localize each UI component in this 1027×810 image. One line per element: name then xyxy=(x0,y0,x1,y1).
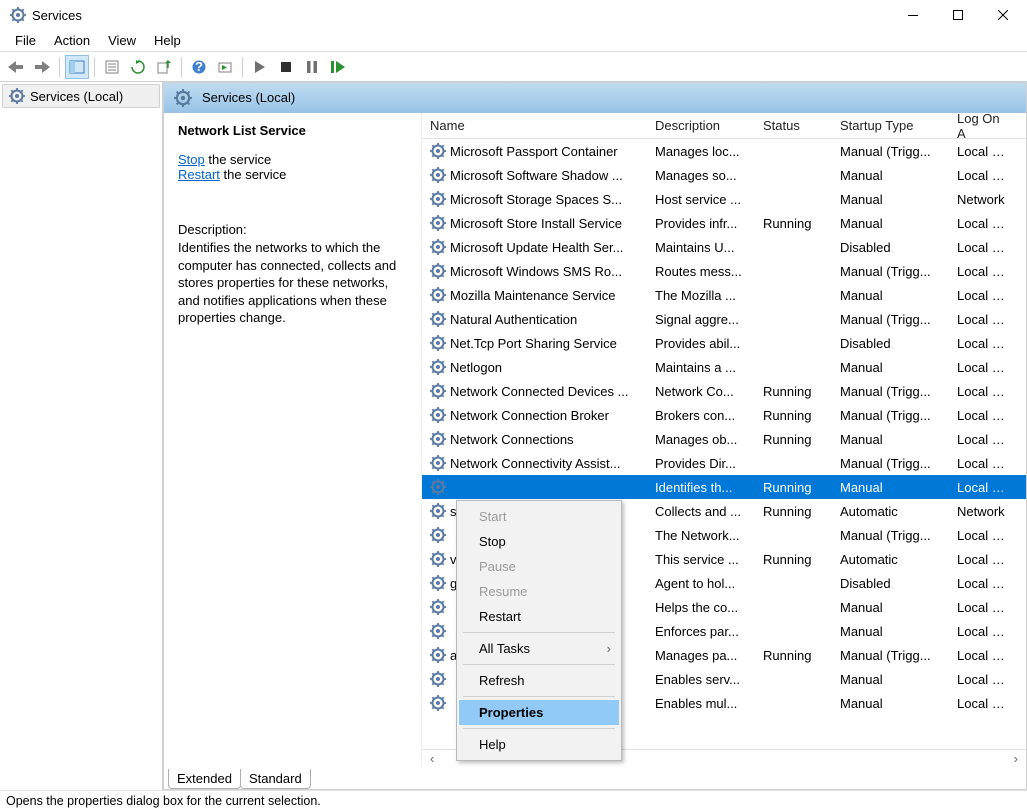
show-tree-button[interactable] xyxy=(65,55,89,79)
col-logon[interactable]: Log On A xyxy=(949,113,1016,141)
view-tabs: Extended Standard xyxy=(164,767,1026,789)
ctx-all-tasks[interactable]: All Tasks xyxy=(459,636,619,661)
ctx-refresh[interactable]: Refresh xyxy=(459,668,619,693)
pause-button[interactable] xyxy=(300,55,324,79)
scroll-left-icon[interactable]: ‹ xyxy=(426,751,438,766)
ctx-properties[interactable]: Properties xyxy=(459,700,619,725)
table-row[interactable]: Microsoft Store Install ServiceProvides … xyxy=(422,211,1026,235)
list-header: Name Description Status Startup Type Log… xyxy=(422,113,1026,139)
table-row[interactable]: Network Connection BrokerBrokers con...R… xyxy=(422,403,1026,427)
table-row[interactable]: Network ConnectionsManages ob...RunningM… xyxy=(422,427,1026,451)
ctx-restart[interactable]: Restart xyxy=(459,604,619,629)
table-row[interactable]: Microsoft Passport ContainerManages loc.… xyxy=(422,139,1026,163)
table-row[interactable]: Microsoft Update Health Ser...Maintains … xyxy=(422,235,1026,259)
tab-extended[interactable]: Extended xyxy=(168,769,241,789)
detail-pane: Network List Service Stop the service Re… xyxy=(164,113,422,767)
menu-help[interactable]: Help xyxy=(145,31,190,50)
properties-toolbar-button[interactable] xyxy=(100,55,124,79)
table-row[interactable]: Microsoft Software Shadow ...Manages so.… xyxy=(422,163,1026,187)
back-button[interactable] xyxy=(4,55,28,79)
ctx-stop[interactable]: Stop xyxy=(459,529,619,554)
main-header-title: Services (Local) xyxy=(202,90,295,105)
ctx-resume: Resume xyxy=(459,579,619,604)
col-status[interactable]: Status xyxy=(755,118,832,133)
action-button[interactable] xyxy=(213,55,237,79)
table-row[interactable]: Network Connected Devices ...Network Co.… xyxy=(422,379,1026,403)
description-label: Description: xyxy=(178,222,407,237)
ctx-pause: Pause xyxy=(459,554,619,579)
window-title: Services xyxy=(32,8,890,23)
col-description[interactable]: Description xyxy=(647,118,755,133)
table-row[interactable]: Microsoft Windows SMS Ro...Routes mess..… xyxy=(422,259,1026,283)
export-button[interactable] xyxy=(152,55,176,79)
tree-root[interactable]: Services (Local) xyxy=(2,84,160,108)
statusbar: Opens the properties dialog box for the … xyxy=(0,790,1027,810)
menu-file[interactable]: File xyxy=(6,31,45,50)
table-row[interactable]: Microsoft Storage Spaces S...Host servic… xyxy=(422,187,1026,211)
description-text: Identifies the networks to which the com… xyxy=(178,239,407,327)
table-row[interactable]: Natural AuthenticationSignal aggre...Man… xyxy=(422,307,1026,331)
menu-view[interactable]: View xyxy=(99,31,145,50)
close-button[interactable] xyxy=(980,1,1025,29)
table-row[interactable]: Network Connectivity Assist...Provides D… xyxy=(422,451,1026,475)
context-menu: Start Stop Pause Resume Restart All Task… xyxy=(456,500,622,761)
svg-text:?: ? xyxy=(195,60,203,74)
main-header: Services (Local) xyxy=(164,83,1026,113)
menu-action[interactable]: Action xyxy=(45,31,99,50)
titlebar: Services xyxy=(0,0,1027,30)
scroll-right-icon[interactable]: › xyxy=(1010,751,1022,766)
table-row[interactable]: Net.Tcp Port Sharing ServiceProvides abi… xyxy=(422,331,1026,355)
tree-root-label: Services (Local) xyxy=(30,89,123,104)
stop-link[interactable]: Stop xyxy=(178,152,205,167)
table-row[interactable]: NetlogonMaintains a ...ManualLocal Sys xyxy=(422,355,1026,379)
tree-pane: Services (Local) xyxy=(0,82,163,790)
table-row[interactable]: Mozilla Maintenance ServiceThe Mozilla .… xyxy=(422,283,1026,307)
forward-button[interactable] xyxy=(30,55,54,79)
restart-link[interactable]: Restart xyxy=(178,167,220,182)
col-startup-type[interactable]: Startup Type xyxy=(832,118,949,133)
menubar: File Action View Help xyxy=(0,30,1027,52)
minimize-button[interactable] xyxy=(890,1,935,29)
ctx-start: Start xyxy=(459,504,619,529)
restart-button[interactable] xyxy=(326,55,350,79)
toolbar: ? xyxy=(0,52,1027,82)
help-toolbar-button[interactable]: ? xyxy=(187,55,211,79)
maximize-button[interactable] xyxy=(935,1,980,29)
table-row[interactable]: Identifies th...RunningManualLocal Ser xyxy=(422,475,1026,499)
play-button[interactable] xyxy=(248,55,272,79)
app-icon xyxy=(10,7,26,23)
stop-button[interactable] xyxy=(274,55,298,79)
refresh-button[interactable] xyxy=(126,55,150,79)
col-name[interactable]: Name xyxy=(422,118,647,133)
ctx-help[interactable]: Help xyxy=(459,732,619,757)
tab-standard[interactable]: Standard xyxy=(240,769,311,789)
service-title: Network List Service xyxy=(178,123,407,138)
